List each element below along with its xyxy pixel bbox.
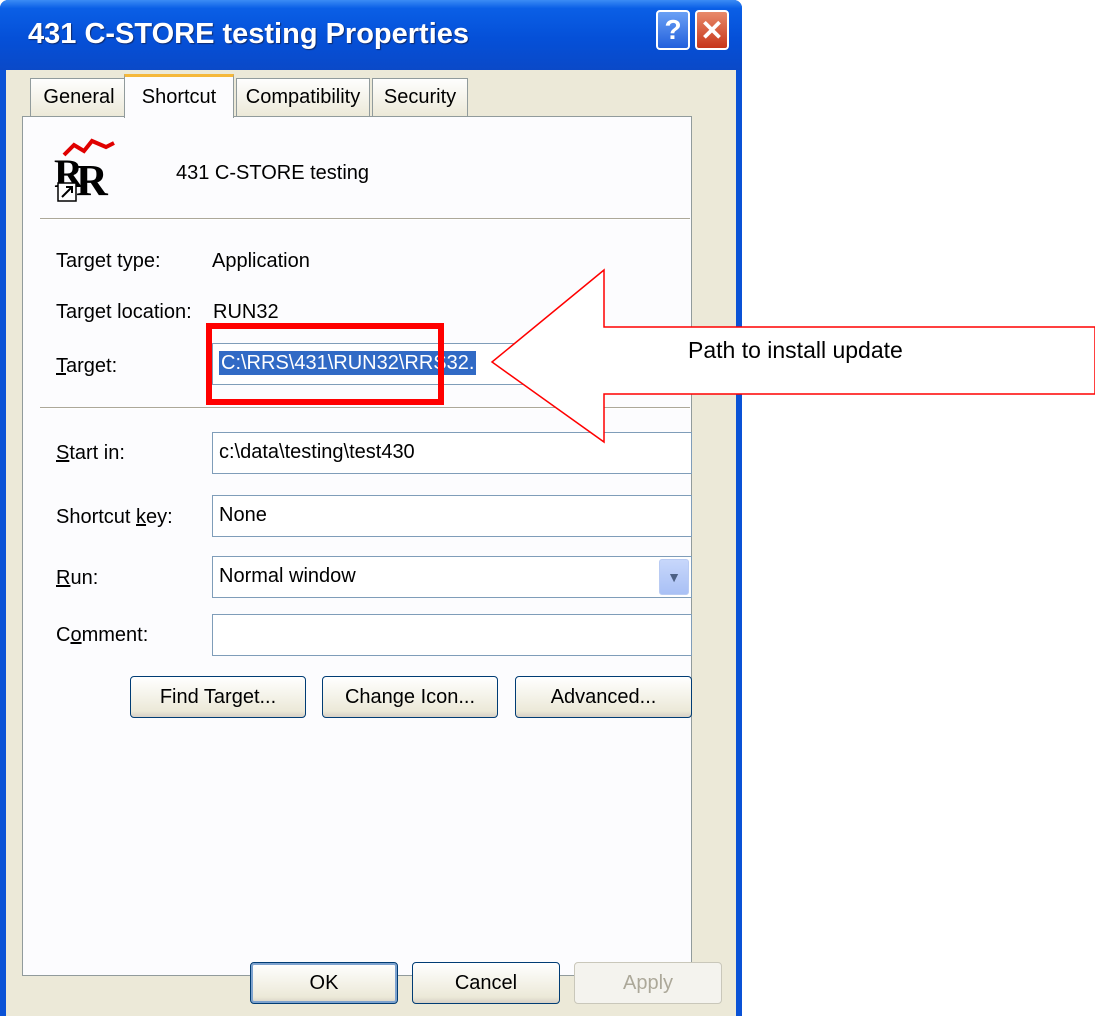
callout-arrow bbox=[490, 268, 1095, 444]
callout-text: Path to install update bbox=[688, 337, 903, 363]
